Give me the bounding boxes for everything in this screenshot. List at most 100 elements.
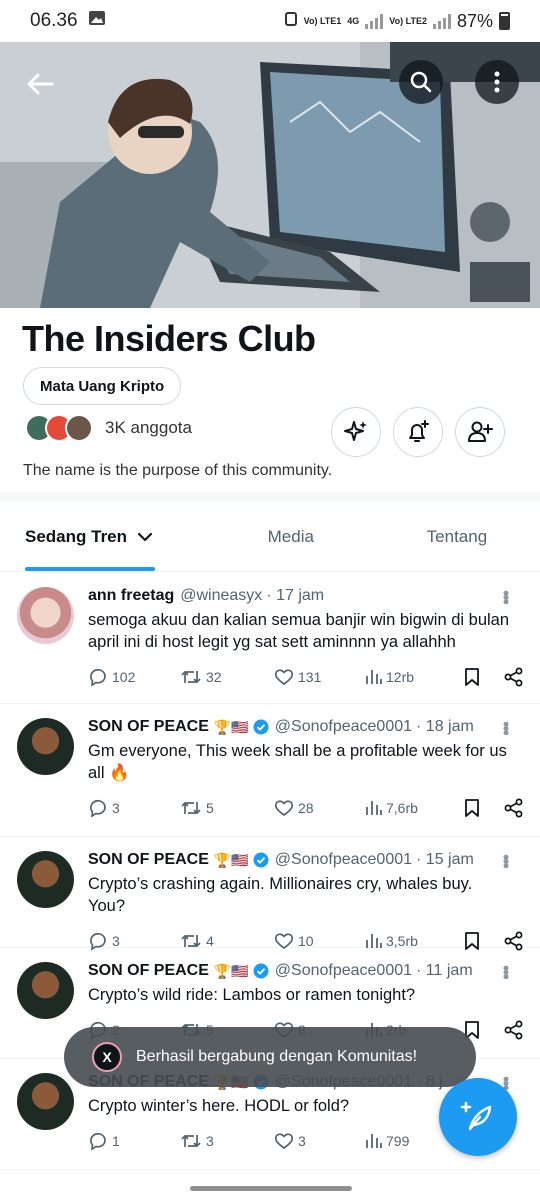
member-summary[interactable]: 3K anggota (25, 414, 192, 442)
repost-button[interactable]: 5 (180, 799, 274, 817)
network-label: 4G (347, 15, 360, 26)
battery-icon (499, 12, 510, 30)
repost-icon (181, 1135, 201, 1147)
post-text: semoga akuu dan kalian semua banjir win … (88, 611, 510, 651)
tab-media-label: Media (267, 526, 314, 546)
post-text: Gm everyone, This week shall be a profit… (88, 742, 507, 782)
view-count: 7,6rb (386, 800, 418, 816)
post-actions: 102 32 131 12rb (88, 653, 524, 701)
like-count: 3 (298, 1133, 306, 1149)
author-name[interactable]: ann freetag (88, 587, 174, 605)
banner-illustration (0, 42, 540, 308)
author-handle[interactable]: @Sonofpeace0001 (275, 718, 412, 736)
signal-icon (365, 13, 384, 29)
repost-count: 3 (206, 1133, 214, 1149)
invite-button[interactable] (455, 407, 505, 457)
notifications-button[interactable] (393, 407, 443, 457)
post-item[interactable]: ann freetag @wineasyx · 17 jam ••• semog… (0, 573, 540, 704)
post-item[interactable]: SON OF PEACE 🏆🇺🇸 @Sonofpeace0001 · 15 ja… (0, 837, 540, 951)
home-indicator[interactable] (190, 1186, 352, 1191)
heart-icon (274, 1133, 294, 1150)
success-toast: X Berhasil bergabung dengan Komunitas! (64, 1027, 476, 1087)
share-button[interactable] (504, 667, 524, 687)
reply-count: 102 (112, 669, 136, 685)
reply-button[interactable]: 1 (88, 1131, 180, 1151)
tab-media[interactable]: Media (208, 502, 374, 571)
more-options-button[interactable] (475, 60, 519, 104)
avatar[interactable] (17, 1073, 74, 1130)
post-more-icon[interactable]: ••• (495, 965, 516, 978)
tab-about[interactable]: Tentang (374, 502, 540, 571)
post-text: Crypto’s wild ride: Lambos or ramen toni… (88, 986, 416, 1004)
sim2-label: Vo) LTE2 (389, 15, 427, 26)
compose-feather-icon (460, 1101, 492, 1131)
avatar[interactable] (17, 587, 74, 644)
post-more-icon[interactable]: ••• (495, 590, 516, 603)
share-icon (504, 667, 523, 687)
bell-plus-icon (409, 420, 429, 442)
reply-count: 1 (112, 1133, 120, 1149)
author-handle[interactable]: @Sonofpeace0001 (275, 962, 412, 980)
like-count: 131 (298, 669, 322, 685)
search-button[interactable] (399, 60, 443, 104)
repost-icon (181, 802, 201, 814)
reply-icon (90, 668, 106, 687)
back-button[interactable] (18, 62, 62, 106)
toast-message: Berhasil bergabung dengan Komunitas! (136, 1048, 418, 1065)
tab-bar: Sedang Tren Media Tentang (0, 502, 540, 572)
post-more-icon[interactable]: ••• (495, 721, 516, 734)
reply-button[interactable]: 102 (88, 667, 180, 687)
verified-badge-icon (253, 963, 269, 979)
post-time: · 11 jam (416, 962, 473, 979)
community-description: The name is the purpose of this communit… (23, 462, 333, 479)
repost-button[interactable]: 3 (180, 1132, 274, 1150)
views-button[interactable]: 7,6rb (364, 799, 464, 817)
status-bar: 06.36 Vo) LTE1 4G Vo) LTE2 87% (0, 0, 540, 42)
repost-count: 4 (206, 933, 214, 949)
view-count: 3,5rb (386, 933, 418, 949)
views-icon (366, 1134, 382, 1148)
post-header: SON OF PEACE 🏆🇺🇸 @Sonofpeace0001 · 15 ja… (88, 851, 524, 869)
sim1-label: Vo) LTE1 (303, 15, 342, 26)
like-button[interactable]: 131 (274, 668, 364, 686)
avatar[interactable] (17, 718, 74, 775)
repost-button[interactable]: 32 (180, 668, 274, 686)
chevron-down-icon (137, 532, 153, 541)
battery-level: 87% (456, 10, 493, 31)
avatar[interactable] (17, 851, 74, 908)
share-icon (504, 1020, 523, 1040)
tab-trending[interactable]: Sedang Tren (0, 502, 208, 571)
reply-icon (90, 1132, 106, 1151)
author-name[interactable]: SON OF PEACE (88, 851, 209, 869)
reply-button[interactable]: 3 (88, 798, 180, 818)
x-logo-icon: X (92, 1042, 122, 1072)
like-button[interactable]: 28 (274, 799, 364, 817)
search-icon (410, 71, 432, 93)
compose-post-button[interactable] (439, 1078, 517, 1156)
post-more-icon[interactable]: ••• (495, 854, 516, 867)
bookmark-button[interactable] (464, 1020, 504, 1040)
signal-icon-2 (432, 13, 451, 29)
like-button[interactable]: 3 (274, 1132, 364, 1150)
post-header: ann freetag @wineasyx · 17 jam ••• (88, 587, 524, 605)
category-chip[interactable]: Mata Uang Kripto (23, 367, 182, 405)
share-button[interactable] (504, 1020, 524, 1040)
sparkle-icon (344, 421, 367, 441)
view-count: 799 (386, 1133, 410, 1149)
grok-sparkle-button[interactable] (331, 407, 381, 457)
back-arrow-icon (27, 73, 54, 95)
post-header: SON OF PEACE 🏆🇺🇸 @Sonofpeace0001 · 11 ja… (88, 962, 524, 980)
post-text: Crypto’s crashing again. Millionaires cr… (88, 875, 473, 915)
author-handle[interactable]: @wineasyx (180, 587, 262, 605)
author-name[interactable]: SON OF PEACE (88, 718, 209, 736)
author-handle[interactable]: @Sonofpeace0001 (275, 851, 412, 869)
views-button[interactable]: 12rb (364, 668, 464, 686)
author-flair: 🏆🇺🇸 (213, 851, 249, 868)
verified-badge-icon (253, 719, 269, 735)
bookmark-button[interactable] (464, 798, 504, 818)
author-name[interactable]: SON OF PEACE (88, 962, 209, 980)
post-item[interactable]: SON OF PEACE 🏆🇺🇸 @Sonofpeace0001 · 18 ja… (0, 704, 540, 837)
avatar[interactable] (17, 962, 74, 1019)
bookmark-button[interactable] (464, 667, 504, 687)
share-button[interactable] (504, 798, 524, 818)
